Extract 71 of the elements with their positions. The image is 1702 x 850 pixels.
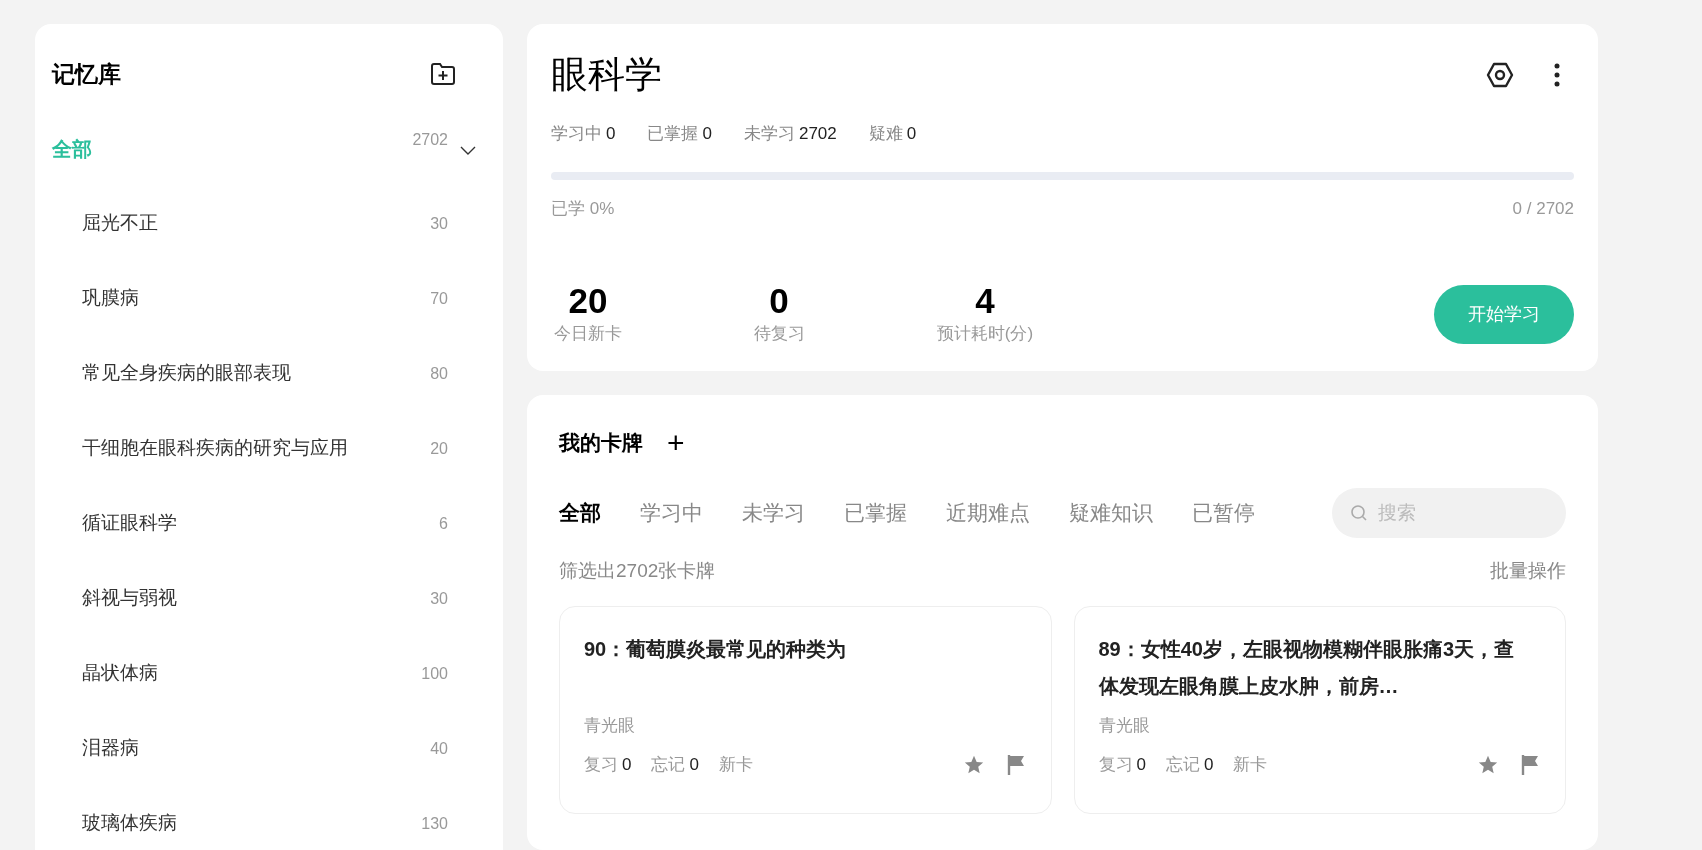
filter-tab[interactable]: 已暂停 bbox=[1192, 497, 1255, 529]
flash-card[interactable]: 90：葡萄膜炎最常见的种类为 青光眼 复习 0 忘记 0 新卡 bbox=[559, 605, 1052, 814]
category-label[interactable]: 循证眼科学 bbox=[82, 509, 440, 538]
filter-tab[interactable]: 未学习 bbox=[742, 497, 805, 529]
category-count: 2702 bbox=[412, 130, 448, 150]
category-count: 80 bbox=[430, 363, 448, 384]
category-label[interactable]: 常见全身疾病的眼部表现 bbox=[82, 359, 431, 388]
sidebar-title: 记忆库 bbox=[52, 59, 121, 89]
filter-tab[interactable]: 已掌握 bbox=[844, 497, 907, 529]
add-card-button[interactable]: + bbox=[667, 428, 685, 458]
search-icon bbox=[1350, 504, 1368, 522]
batch-action-link[interactable]: 批量操作 bbox=[1490, 557, 1566, 586]
progress-reading: 0 / 2702 bbox=[1512, 197, 1574, 220]
cards-title: 我的卡牌 bbox=[559, 430, 643, 457]
filter-tab[interactable]: 近期难点 bbox=[946, 497, 1030, 529]
metric-label: 待复习 bbox=[753, 323, 805, 345]
card-status: 新卡 bbox=[1233, 754, 1269, 776]
filter-tab[interactable]: 疑难知识 bbox=[1069, 497, 1153, 529]
forget-count: 0 bbox=[1203, 754, 1214, 776]
category-count: 30 bbox=[430, 588, 448, 609]
card-question: 89：女性40岁，左眼视物模糊伴眼胀痛3天，查体发现左眼角膜上皮水肿，前房… bbox=[1098, 636, 1516, 699]
forget-label: 忘记 bbox=[651, 754, 686, 776]
chevron-icon[interactable] bbox=[460, 145, 476, 156]
category-count: 40 bbox=[430, 738, 448, 759]
card-tag: 青光眼 bbox=[1098, 712, 1541, 738]
metric-value: 4 bbox=[975, 281, 995, 321]
stat-value: 0 bbox=[606, 123, 616, 145]
category-label[interactable]: 斜视与弱视 bbox=[82, 584, 431, 613]
category-count: 6 bbox=[439, 513, 448, 534]
metric-value: 20 bbox=[568, 281, 608, 321]
stat-label: 学习中 bbox=[551, 123, 602, 145]
stat-value: 2702 bbox=[798, 123, 837, 145]
metric-label: 今日新卡 bbox=[554, 323, 622, 345]
review-label: 复习 bbox=[584, 754, 618, 776]
category-label[interactable]: 巩膜病 bbox=[82, 284, 431, 313]
review-count: 0 bbox=[1136, 754, 1146, 776]
flash-card[interactable]: 89：女性40岁，左眼视物模糊伴眼胀痛3天，查体发现左眼角膜上皮水肿，前房… 青光眼 复习 0 忘记 0 新卡 bbox=[1073, 605, 1566, 814]
category-count: 100 bbox=[421, 663, 448, 684]
stat-label: 已掌握 bbox=[647, 123, 699, 145]
metric-value: 0 bbox=[769, 281, 789, 321]
category-count: 130 bbox=[421, 813, 448, 834]
review-label: 复习 bbox=[1098, 754, 1133, 776]
filter-tab[interactable]: 学习中 bbox=[640, 497, 703, 529]
card-tag: 青光眼 bbox=[584, 712, 1027, 738]
stat-label: 未学习 bbox=[743, 123, 795, 145]
card-status: 新卡 bbox=[718, 754, 754, 776]
category-label[interactable]: 泪器病 bbox=[82, 734, 431, 763]
filter-count-text: 筛选出2702张卡牌 bbox=[559, 559, 716, 583]
flag-icon[interactable] bbox=[1521, 753, 1541, 776]
category-count: 30 bbox=[430, 213, 448, 234]
forget-count: 0 bbox=[689, 754, 699, 776]
category-count: 20 bbox=[430, 438, 448, 459]
category-label[interactable]: 玻璃体疾病 bbox=[82, 809, 422, 838]
more-icon[interactable] bbox=[1554, 63, 1560, 87]
deck-title: 眼科学 bbox=[551, 53, 662, 98]
stat-label: 疑难 bbox=[868, 123, 903, 145]
metric-label: 预计耗时(分) bbox=[936, 323, 1034, 345]
stat-value: 0 bbox=[906, 123, 917, 145]
add-folder-icon[interactable] bbox=[430, 62, 456, 86]
forget-label: 忘记 bbox=[1165, 754, 1200, 776]
category-label[interactable]: 干细胞在眼科疾病的研究与应用 bbox=[82, 434, 431, 463]
settings-icon[interactable] bbox=[1486, 61, 1514, 89]
category-label[interactable]: 屈光不正 bbox=[82, 209, 431, 238]
card-question: 90：葡萄膜炎最常见的种类为 bbox=[584, 636, 848, 662]
stat-value: 0 bbox=[702, 123, 712, 145]
category-label[interactable]: 晶状体病 bbox=[82, 659, 422, 688]
category-count: 70 bbox=[430, 288, 448, 309]
progress-label: 已学 0% bbox=[551, 197, 615, 220]
flag-icon[interactable] bbox=[1006, 753, 1027, 776]
review-count: 0 bbox=[622, 754, 632, 776]
filter-tab[interactable]: 全部 bbox=[559, 497, 601, 529]
